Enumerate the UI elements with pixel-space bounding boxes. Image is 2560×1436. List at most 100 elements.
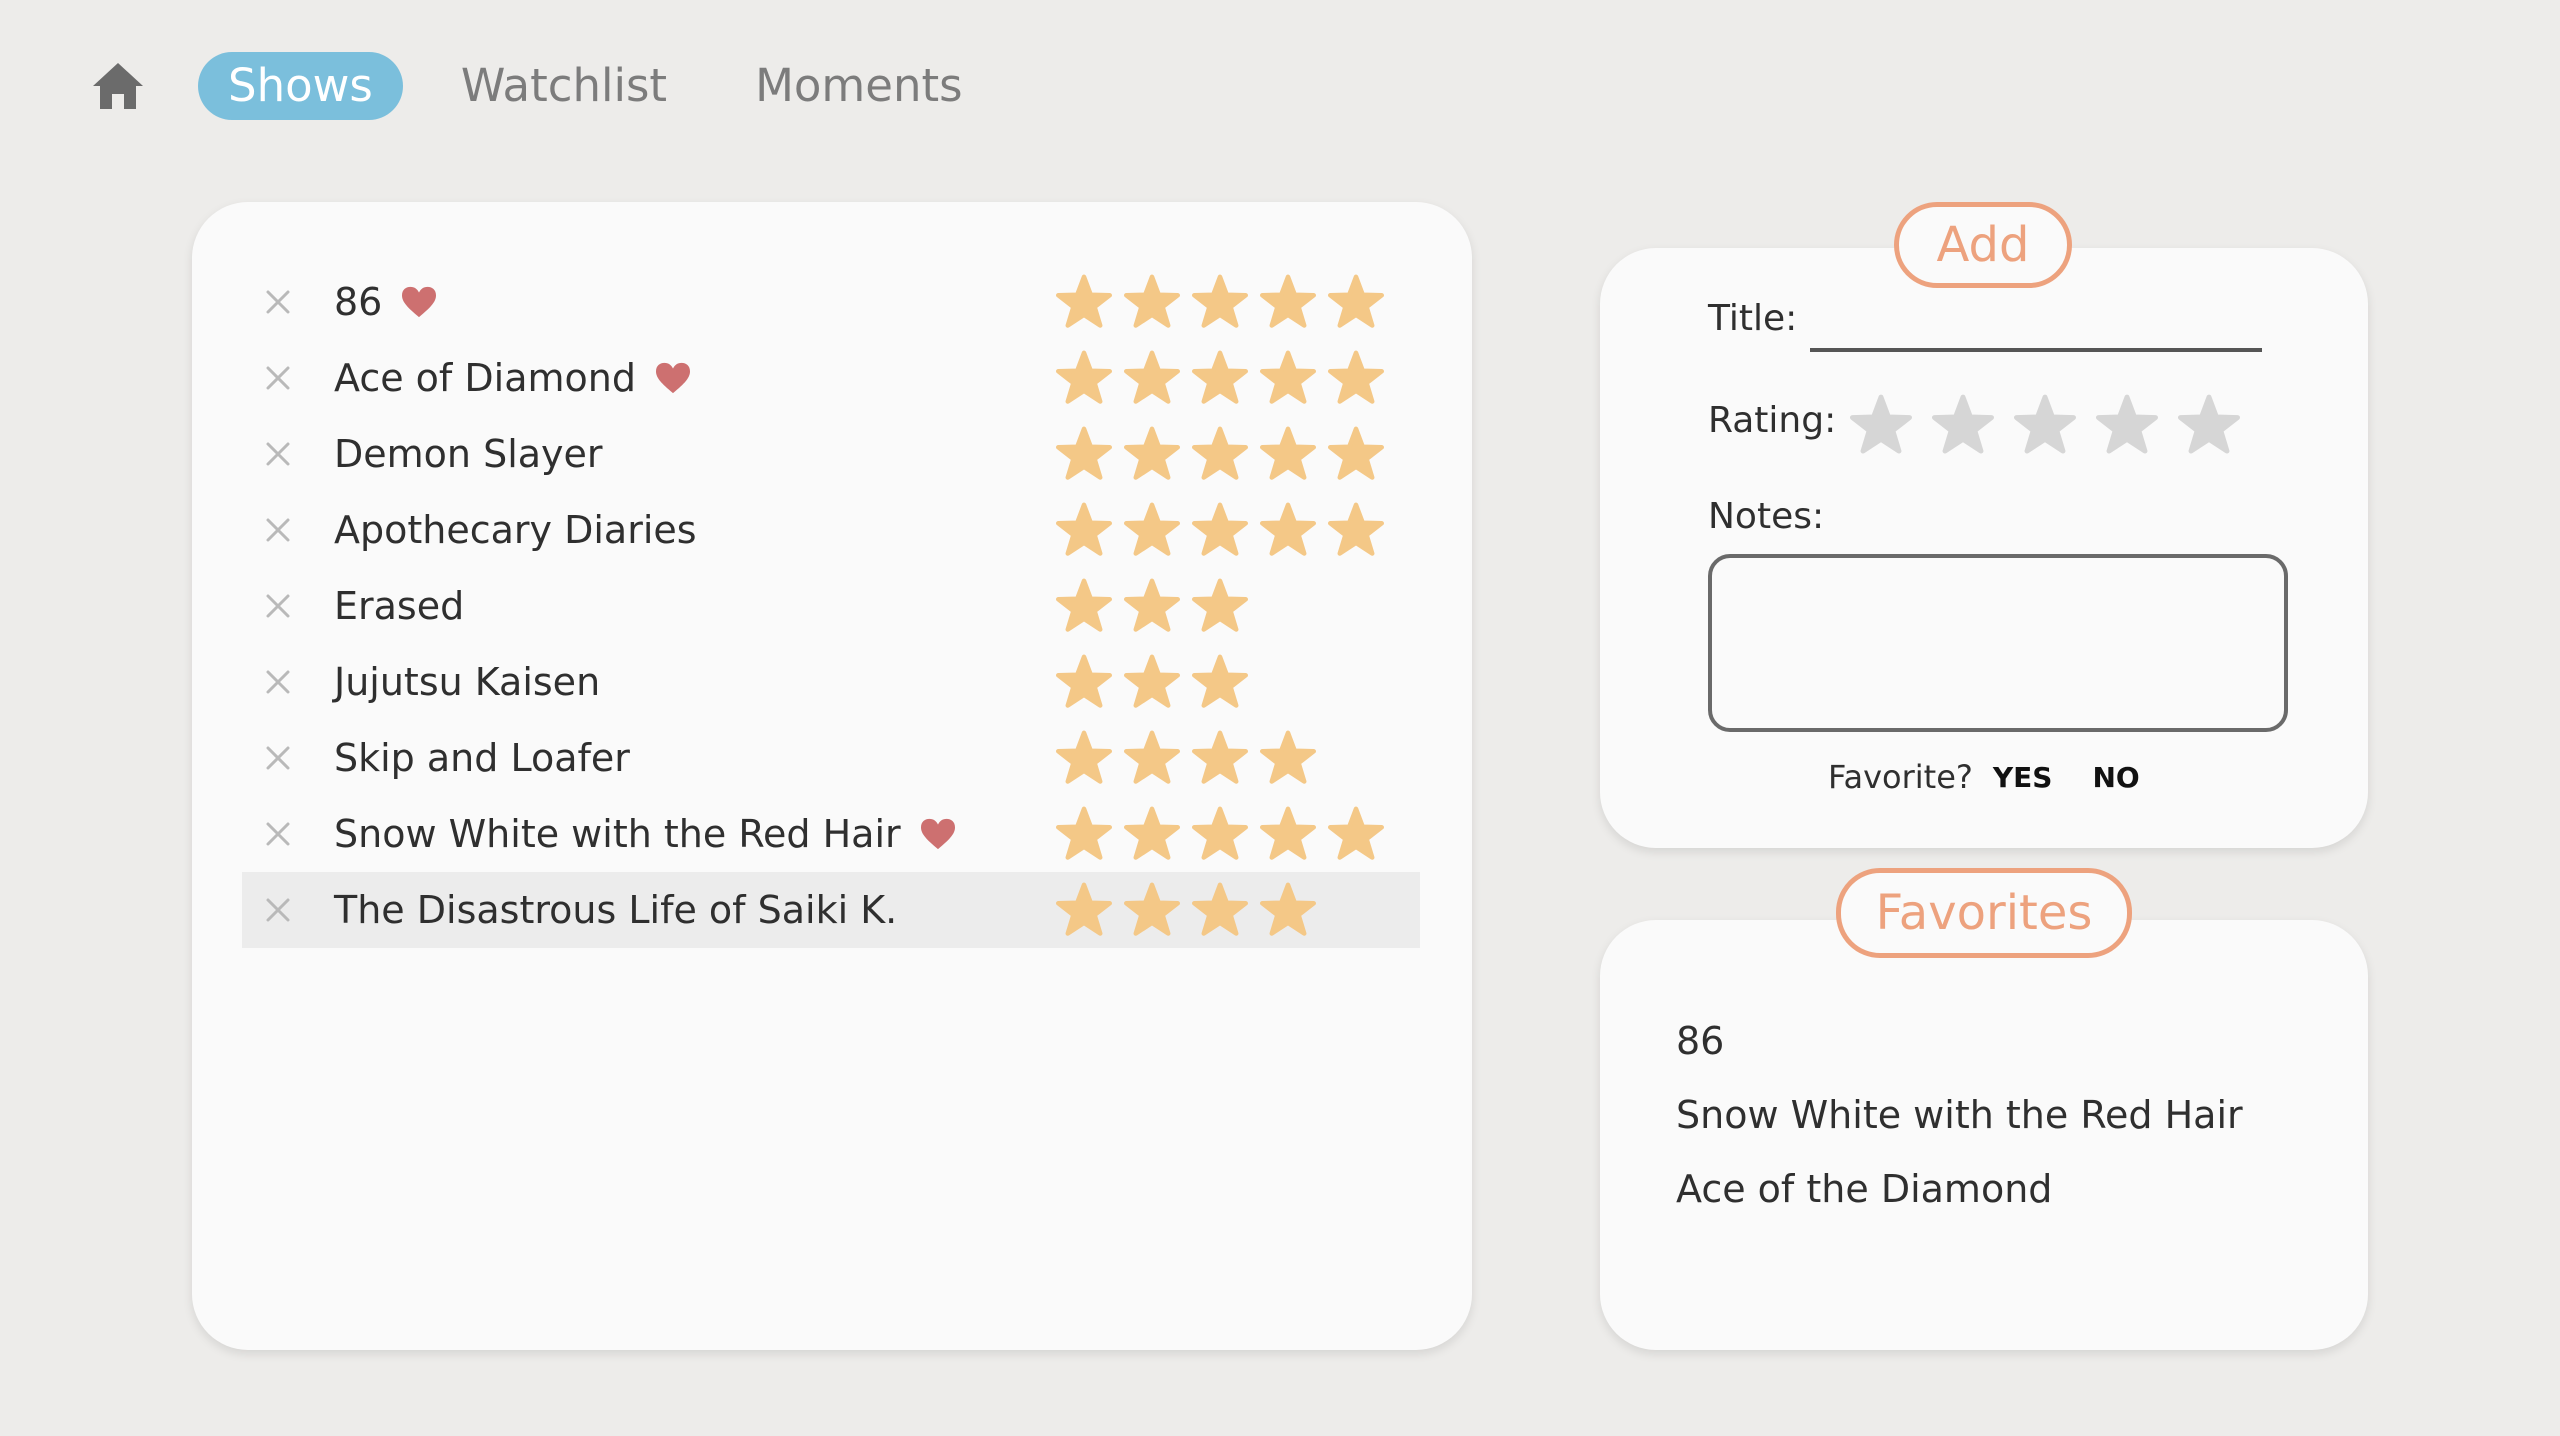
- star-icon: [1260, 806, 1316, 860]
- show-title-text: Demon Slayer: [334, 432, 603, 476]
- remove-show-button[interactable]: [258, 510, 298, 550]
- star-icon: [1260, 274, 1316, 328]
- close-icon: [266, 518, 290, 542]
- star-icon: [1328, 350, 1384, 404]
- star-icon: [1124, 654, 1180, 708]
- show-rating: [1056, 796, 1396, 872]
- rating-star-icon[interactable]: [2178, 394, 2240, 456]
- show-title: Jujutsu Kaisen: [334, 660, 600, 704]
- star-icon: [1192, 806, 1248, 860]
- star-icon: [1260, 350, 1316, 404]
- show-title-text: Snow White with the Red Hair: [334, 812, 901, 856]
- star-icon: [1124, 882, 1180, 936]
- star-icon: [1124, 730, 1180, 784]
- show-row[interactable]: Demon Slayer: [242, 416, 1420, 492]
- close-icon: [266, 442, 290, 466]
- show-title: The Disastrous Life of Saiki K.: [334, 888, 897, 932]
- star-icon: [1192, 882, 1248, 936]
- rating-star-icon[interactable]: [2096, 394, 2158, 456]
- show-row[interactable]: 86: [242, 264, 1420, 340]
- show-rating: [1056, 340, 1396, 416]
- add-show-card: Title: Rating: Notes: Favorite? YES NO: [1600, 248, 2368, 848]
- show-title-text: Jujutsu Kaisen: [334, 660, 601, 704]
- star-icon: [1124, 806, 1180, 860]
- remove-show-button[interactable]: [258, 282, 298, 322]
- close-icon: [266, 290, 290, 314]
- show-title: Erased: [334, 584, 464, 628]
- close-icon: [266, 746, 290, 770]
- favorites-list: 86 Snow White with the Red Hair Ace of the…: [1676, 1004, 2243, 1226]
- remove-show-button[interactable]: [258, 890, 298, 930]
- star-icon: [1192, 274, 1248, 328]
- star-icon: [1056, 426, 1112, 480]
- show-rating: [1056, 872, 1328, 948]
- app-page: Shows Watchlist Moments 86 Ace of Diamond…: [0, 0, 2560, 1436]
- close-icon: [266, 822, 290, 846]
- tab-watchlist[interactable]: Watchlist: [431, 52, 697, 120]
- favorite-item: 86: [1676, 1019, 1725, 1063]
- remove-show-button[interactable]: [258, 814, 298, 854]
- remove-show-button[interactable]: [258, 662, 298, 702]
- remove-show-button[interactable]: [258, 586, 298, 626]
- star-icon: [1260, 502, 1316, 556]
- show-row[interactable]: Jujutsu Kaisen: [242, 644, 1420, 720]
- star-icon: [1328, 426, 1384, 480]
- home-icon: [93, 63, 143, 109]
- tab-moments[interactable]: Moments: [725, 52, 993, 120]
- notes-field[interactable]: [1708, 554, 2288, 732]
- show-title-text: Erased: [334, 584, 465, 628]
- rating-star-icon[interactable]: [1850, 394, 1912, 456]
- title-input[interactable]: [1810, 302, 2262, 352]
- rating-star-icon[interactable]: [1932, 394, 1994, 456]
- favorite-label: Favorite?: [1828, 758, 1973, 796]
- show-row[interactable]: Snow White with the Red Hair: [242, 796, 1420, 872]
- star-icon: [1192, 730, 1248, 784]
- show-rating: [1056, 720, 1328, 796]
- show-row[interactable]: Ace of Diamond: [242, 340, 1420, 416]
- home-button[interactable]: [86, 54, 150, 118]
- rating-label: Rating:: [1708, 400, 1837, 441]
- rating-input[interactable]: [1850, 394, 2260, 456]
- show-row[interactable]: Erased: [242, 568, 1420, 644]
- tab-shows[interactable]: Shows: [198, 52, 403, 120]
- star-icon: [1056, 654, 1112, 708]
- favorites-heading: Favorites: [1836, 868, 2132, 958]
- show-title: Apothecary Diaries: [334, 508, 697, 552]
- remove-show-button[interactable]: [258, 738, 298, 778]
- remove-show-button[interactable]: [258, 434, 298, 474]
- show-title-text: Skip and Loafer: [334, 736, 630, 780]
- show-title: Demon Slayer: [334, 432, 603, 476]
- star-icon: [1056, 502, 1112, 556]
- close-icon: [266, 366, 290, 390]
- favorite-toggle: Favorite? YES NO: [1828, 758, 2180, 796]
- star-icon: [1124, 502, 1180, 556]
- star-icon: [1056, 730, 1112, 784]
- notes-label: Notes:: [1708, 496, 1825, 537]
- star-icon: [1328, 806, 1384, 860]
- rating-star-icon[interactable]: [2014, 394, 2076, 456]
- show-rating: [1056, 264, 1396, 340]
- remove-show-button[interactable]: [258, 358, 298, 398]
- close-icon: [266, 594, 290, 618]
- show-row[interactable]: Apothecary Diaries: [242, 492, 1420, 568]
- star-icon: [1124, 350, 1180, 404]
- star-icon: [1192, 426, 1248, 480]
- star-icon: [1056, 350, 1112, 404]
- favorite-yes-button[interactable]: YES: [1993, 761, 2053, 794]
- show-row[interactable]: The Disastrous Life of Saiki K.: [242, 872, 1420, 948]
- shows-list: 86 Ace of Diamond Demon Slayer Apothecary D…: [242, 264, 1420, 948]
- star-icon: [1192, 578, 1248, 632]
- add-button[interactable]: Add: [1894, 202, 2072, 288]
- show-title: 86: [334, 280, 438, 324]
- favorite-item: Snow White with the Red Hair: [1676, 1093, 2243, 1137]
- favorite-no-button[interactable]: NO: [2092, 761, 2139, 794]
- top-nav: Shows Watchlist Moments: [86, 52, 1021, 120]
- star-icon: [1056, 882, 1112, 936]
- title-label: Title:: [1708, 298, 1798, 339]
- heart-icon: [655, 362, 690, 394]
- show-title-text: The Disastrous Life of Saiki K.: [334, 888, 898, 932]
- star-icon: [1192, 654, 1248, 708]
- heart-icon: [402, 286, 437, 318]
- show-row[interactable]: Skip and Loafer: [242, 720, 1420, 796]
- show-title-text: 86: [334, 280, 383, 324]
